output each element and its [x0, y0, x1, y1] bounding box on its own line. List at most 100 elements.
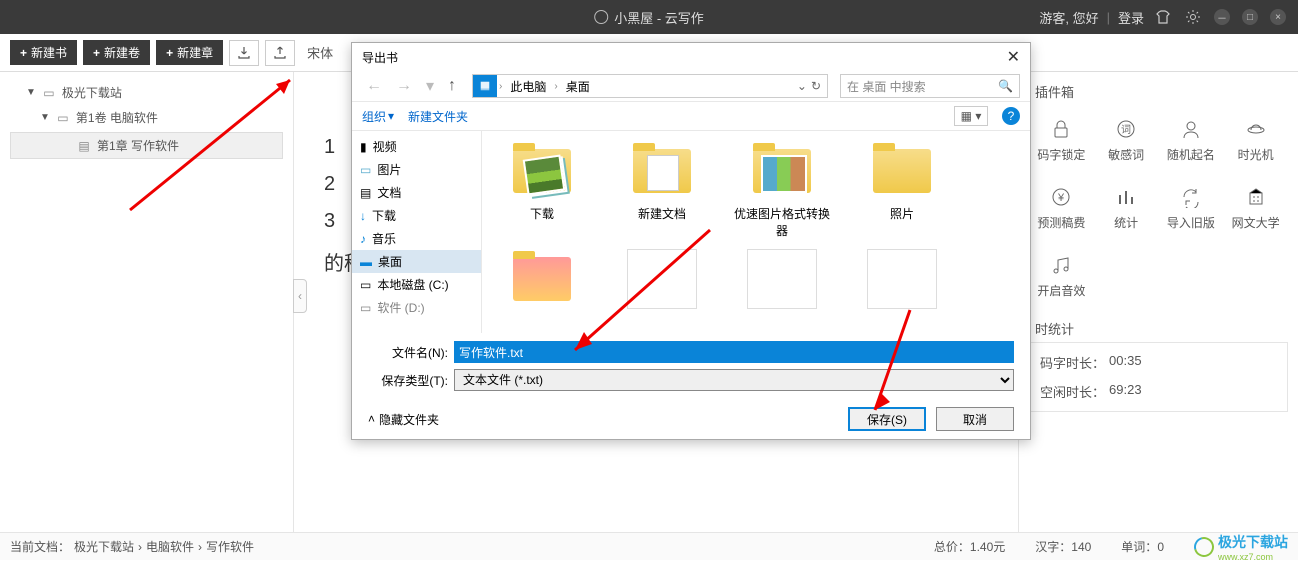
path-breadcrumb[interactable]: › 此电脑 › 桌面 ⌄↻ — [472, 74, 828, 98]
export-icon[interactable] — [265, 40, 295, 66]
plugin-panel: 插件箱 码字锁定 词敏感词 随机起名 时光机 ¥预测稿费 统计 导入旧版 网文大… — [1018, 72, 1298, 532]
download-icon: ↓ — [360, 209, 366, 223]
path-desktop[interactable]: 桌面 — [560, 75, 596, 97]
desktop-icon: ▬ — [360, 255, 372, 269]
nav-forward-icon[interactable]: → — [392, 77, 416, 95]
file-item[interactable] — [732, 249, 832, 309]
search-icon: 🔍 — [998, 79, 1013, 93]
close-button[interactable]: × — [1270, 9, 1286, 25]
words-value: 140 — [1071, 540, 1091, 554]
new-book-button[interactable]: 新建书 — [10, 40, 77, 65]
stats-title: 时统计 — [1035, 319, 1288, 338]
person-icon — [1178, 116, 1204, 142]
crumb-root[interactable]: 极光下载站 — [74, 538, 134, 555]
tree-pictures[interactable]: ▭图片 — [352, 158, 481, 181]
tree-downloads[interactable]: ↓下载 — [352, 204, 481, 227]
price-value: 1.40元 — [970, 540, 1005, 554]
chapter-icon: ▤ — [77, 139, 91, 153]
tree-desktop[interactable]: ▬桌面 — [352, 250, 481, 273]
minimize-button[interactable]: － — [1214, 9, 1230, 25]
new-volume-button[interactable]: 新建卷 — [83, 40, 150, 65]
chars-value: 0 — [1157, 540, 1164, 554]
login-link[interactable]: 登录 — [1118, 8, 1144, 27]
chevron-up-icon: ˄ — [368, 412, 375, 426]
music-icon: ♪ — [360, 232, 366, 246]
tree-disk-c[interactable]: ▭本地磁盘 (C:) — [352, 273, 481, 296]
breadcrumb: 当前文档： 极光下载站› 电脑软件› 写作软件 — [10, 538, 254, 555]
cancel-button[interactable]: 取消 — [936, 407, 1014, 431]
building-icon — [1243, 184, 1269, 210]
crumb-vol[interactable]: 电脑软件 — [146, 538, 194, 555]
path-dropdown-icon[interactable]: ⌄ — [797, 79, 807, 93]
site-logo[interactable]: 极光下载站www.xz7.com — [1194, 532, 1288, 562]
typing-time-value: 00:35 — [1109, 353, 1142, 372]
search-input[interactable]: 在 桌面 中搜索 🔍 — [840, 74, 1020, 98]
app-titlebar: 小黑屋 - 云写作 游客, 您好 | 登录 － □ × — [0, 0, 1298, 34]
font-selector[interactable]: 宋体 — [301, 41, 339, 64]
idle-time-label: 空闲时长： — [1040, 382, 1105, 401]
nav-up-icon[interactable]: ↑ — [444, 77, 460, 95]
file-thumb[interactable] — [492, 249, 592, 309]
refresh-icon — [1178, 184, 1204, 210]
nav-dropdown-icon[interactable]: ▾ — [422, 76, 438, 96]
tool-import-old[interactable]: 导入旧版 — [1159, 173, 1224, 241]
volume-icon: ▭ — [56, 111, 70, 125]
app-title: 小黑屋 - 云写作 — [594, 8, 704, 27]
video-icon: ▮ — [360, 140, 367, 154]
yen-icon: ¥ — [1048, 184, 1074, 210]
maximize-button[interactable]: □ — [1242, 9, 1258, 25]
tool-sound[interactable]: 开启音效 — [1029, 241, 1094, 309]
tool-sensitive[interactable]: 词敏感词 — [1094, 105, 1159, 173]
path-refresh-icon[interactable]: ↻ — [811, 79, 821, 93]
picture-icon: ▭ — [360, 163, 371, 177]
file-item[interactable] — [852, 249, 952, 309]
file-grid[interactable]: 下载 新建文档 优速图片格式转换器 照片 — [482, 131, 1030, 333]
tool-university[interactable]: 网文大学 — [1223, 173, 1288, 241]
nav-back-icon[interactable]: ← — [362, 77, 386, 95]
crumb-chap[interactable]: 写作软件 — [206, 538, 254, 555]
typing-time-label: 码字时长： — [1040, 353, 1105, 372]
folder-downloads[interactable]: 下载 — [492, 141, 592, 239]
hide-folders-link[interactable]: ˄隐藏文件夹 — [368, 411, 439, 428]
collapse-sidebar-handle[interactable]: ‹ — [293, 279, 307, 313]
gear-icon[interactable] — [1182, 6, 1204, 28]
drive-icon[interactable] — [473, 75, 497, 97]
logo-swirl-icon — [1190, 533, 1217, 560]
save-button[interactable]: 保存(S) — [848, 407, 926, 431]
guest-label: 游客, 您好 — [1039, 8, 1098, 27]
tree-music[interactable]: ♪音乐 — [352, 227, 481, 250]
view-mode-button[interactable]: ▦ ▾ — [954, 106, 988, 126]
tree-volume[interactable]: ▼ ▭ 第1卷 电脑软件 — [6, 105, 287, 130]
search-placeholder: 在 桌面 中搜索 — [847, 78, 926, 95]
tool-fee[interactable]: ¥预测稿费 — [1029, 173, 1094, 241]
filename-input[interactable] — [454, 341, 1014, 363]
tree-disk-d[interactable]: ▭软件 (D:) — [352, 296, 481, 319]
tree-chapter[interactable]: ▤ 第1章 写作软件 — [10, 132, 283, 159]
tool-random-name[interactable]: 随机起名 — [1159, 105, 1224, 173]
path-pc[interactable]: 此电脑 — [504, 75, 552, 97]
shirt-icon[interactable] — [1152, 6, 1174, 28]
ufo-icon — [1243, 116, 1269, 142]
chart-icon — [1113, 184, 1139, 210]
folder-converter[interactable]: 优速图片格式转换器 — [732, 141, 832, 239]
music-icon — [1048, 252, 1074, 278]
tool-stats[interactable]: 统计 — [1094, 173, 1159, 241]
new-folder-button[interactable]: 新建文件夹 — [408, 108, 468, 125]
folder-photos[interactable]: 照片 — [852, 141, 952, 239]
svg-text:¥: ¥ — [1057, 192, 1065, 204]
tree-documents[interactable]: ▤文档 — [352, 181, 481, 204]
import-icon[interactable] — [229, 40, 259, 66]
folder-newdoc[interactable]: 新建文档 — [612, 141, 712, 239]
organize-menu[interactable]: 组织 ▾ — [362, 108, 394, 125]
dialog-nav: ← → ▾ ↑ › 此电脑 › 桌面 ⌄↻ 在 桌面 中搜索 🔍 — [352, 71, 1030, 101]
tool-time-machine[interactable]: 时光机 — [1223, 105, 1288, 173]
tool-lock[interactable]: 码字锁定 — [1029, 105, 1094, 173]
file-item[interactable] — [612, 249, 712, 309]
tree-root[interactable]: ▼ ▭ 极光下载站 — [6, 80, 287, 105]
new-chapter-button[interactable]: 新建章 — [156, 40, 223, 65]
help-icon[interactable]: ? — [1002, 107, 1020, 125]
dialog-close-button[interactable]: ✕ — [1007, 47, 1020, 67]
filetype-label: 保存类型(T): — [368, 372, 448, 389]
filetype-select[interactable]: 文本文件 (*.txt) — [454, 369, 1014, 391]
tree-videos[interactable]: ▮视频 — [352, 135, 481, 158]
